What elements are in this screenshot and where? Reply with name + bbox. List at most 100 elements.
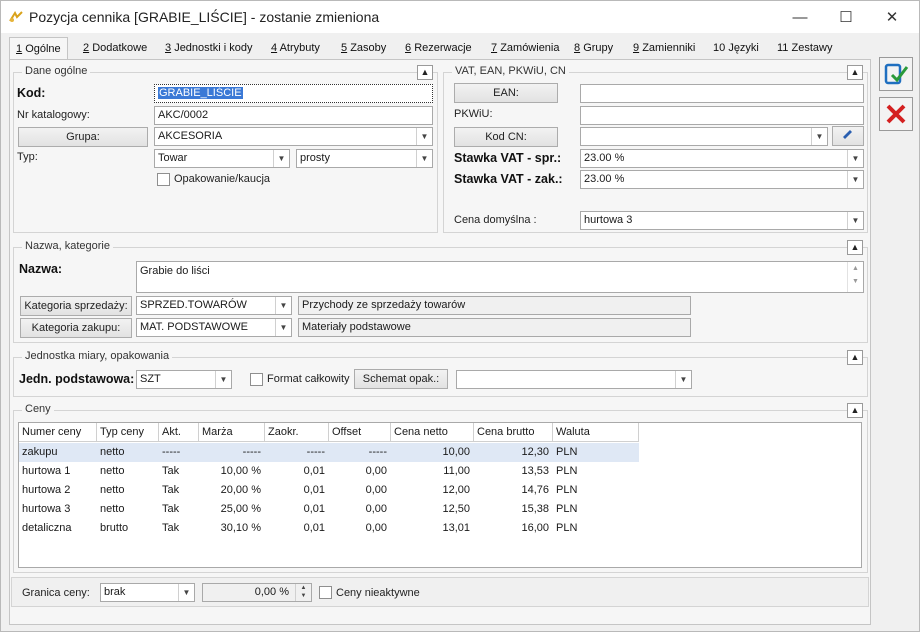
table-cell: 13,01 xyxy=(442,522,470,534)
collapse-naming-button[interactable]: ▲ xyxy=(847,240,863,255)
grupa-select[interactable]: AKCESORIA ▼ xyxy=(154,127,433,146)
table-cell: Tak xyxy=(162,465,180,477)
cancel-button[interactable] xyxy=(879,97,913,131)
tab-rezerwacje[interactable]: 6 Rezerwacje xyxy=(399,39,478,59)
table-row[interactable]: detaliczna brutto Tak 30,10 % 0,01 0,00 13,01 1… xyxy=(19,519,639,538)
table-cell: 0,00 xyxy=(365,522,387,534)
ean-button[interactable]: EAN: xyxy=(454,83,558,103)
prices-table[interactable]: Numer ceny Typ ceny Akt. Marża Zaokr. Of… xyxy=(18,422,862,568)
chevron-down-icon: ▼ xyxy=(847,171,863,188)
tab-dodatkowe[interactable]: 2 Dodatkowe xyxy=(77,39,153,59)
chevron-down-icon: ▼ xyxy=(847,212,863,229)
cena-domyslna-select[interactable]: hurtowa 3 ▼ xyxy=(580,211,864,230)
table-cell: 10,00 % xyxy=(220,465,261,477)
tab-grupy[interactable]: 8 Grupy xyxy=(568,39,619,59)
kategoria-zakupu-select[interactable]: MAT. PODSTAWOWE ▼ xyxy=(136,318,292,337)
table-cell: 0,01 xyxy=(303,484,325,496)
table-cell: PLN xyxy=(556,446,578,458)
minimize-button[interactable]: — xyxy=(777,1,823,33)
general-group-title: Dane ogólne xyxy=(22,65,91,77)
col-typ-ceny[interactable]: Typ ceny xyxy=(97,423,159,442)
vat-zak-select[interactable]: 23.00 % ▼ xyxy=(580,170,864,189)
table-cell: 10,00 xyxy=(442,446,470,458)
chevron-down-icon: ▼ xyxy=(847,150,863,167)
table-cell: netto xyxy=(100,446,125,458)
naming-group: Nazwa, kategorie ▲ Nazwa: Grabie do liśc… xyxy=(13,240,868,343)
tab-zasoby[interactable]: 5 Zasoby xyxy=(335,39,392,59)
table-cell: 11,00 xyxy=(443,465,470,477)
col-cena-netto[interactable]: Cena netto xyxy=(391,423,474,442)
vat-spr-select[interactable]: 23.00 % ▼ xyxy=(580,149,864,168)
ceny-nieaktywne-checkbox[interactable] xyxy=(319,586,332,599)
nazwa-scrollbar[interactable]: ▲ ▼ xyxy=(847,262,863,292)
opakowanie-label: Opakowanie/kaucja xyxy=(174,173,271,185)
tab-ogolne[interactable]: 1 Ogólne xyxy=(9,37,68,61)
tab-atrybuty[interactable]: 4 Atrybuty xyxy=(265,39,326,59)
chevron-down-icon: ▼ xyxy=(275,319,291,336)
jedn-podstawowa-select[interactable]: SZT ▼ xyxy=(136,370,232,389)
collapse-vat-button[interactable]: ▲ xyxy=(847,65,863,80)
pkwiu-field[interactable] xyxy=(580,106,864,125)
kod-cn-button[interactable]: Kod CN: xyxy=(454,127,558,147)
granica-ceny-select[interactable]: brak ▼ xyxy=(100,583,195,602)
tab-zamienniki[interactable]: 9 Zamienniki xyxy=(627,39,701,59)
close-window-button[interactable]: ✕ xyxy=(869,1,915,33)
table-cell: netto xyxy=(100,465,125,477)
save-icon xyxy=(884,63,909,85)
kategoria-zakupu-button[interactable]: Kategoria zakupu: xyxy=(20,318,132,338)
chevron-down-icon: ▼ xyxy=(416,150,432,167)
grupa-button[interactable]: Grupa: xyxy=(18,127,148,147)
table-cell: 13,53 xyxy=(521,465,549,477)
table-cell: PLN xyxy=(556,522,578,534)
col-marza[interactable]: Marża xyxy=(199,423,265,442)
col-offset[interactable]: Offset xyxy=(329,423,391,442)
granica-percent-field[interactable]: 0,00 % ▲ ▼ xyxy=(202,583,312,602)
prices-group-title: Ceny xyxy=(22,403,54,415)
table-cell: 0,01 xyxy=(303,503,325,515)
nr-katalogowy-field[interactable]: AKC/0002 xyxy=(154,106,433,125)
tab-zestawy[interactable]: 11 Zestawy xyxy=(771,39,838,59)
table-cell: ----- xyxy=(368,446,387,458)
format-calkowity-label: Format całkowity xyxy=(267,373,350,385)
window-title: Pozycja cennika [GRABIE_LIŚCIE] - zostan… xyxy=(29,9,380,25)
typ-select[interactable]: Towar ▼ xyxy=(154,149,290,168)
nazwa-label: Nazwa: xyxy=(19,262,63,276)
schemat-opak-select[interactable]: ▼ xyxy=(456,370,692,389)
nazwa-field[interactable]: Grabie do liści ▲ ▼ xyxy=(136,261,864,293)
kategoria-sprzedazy-select[interactable]: SPRZED.TOWARÓW ▼ xyxy=(136,296,292,315)
tab-jednostki[interactable]: 3 Jednostki i kody xyxy=(159,39,258,59)
kategoria-zakupu-desc: Materiały podstawowe xyxy=(298,318,691,337)
collapse-prices-button[interactable]: ▲ xyxy=(847,403,863,418)
naming-group-title: Nazwa, kategorie xyxy=(22,240,113,252)
table-row[interactable]: zakupu netto ----- ----- ----- ----- 10,00 12,3… xyxy=(19,443,639,462)
unit-group: Jednostka miary, opakowania ▲ Jedn. pods… xyxy=(13,350,868,397)
col-zaokr[interactable]: Zaokr. xyxy=(265,423,329,442)
col-waluta[interactable]: Waluta xyxy=(553,423,639,442)
table-cell: ----- xyxy=(242,446,261,458)
spinner-icon[interactable]: ▲ ▼ xyxy=(295,584,311,601)
table-row[interactable]: hurtowa 1 netto Tak 10,00 % 0,01 0,00 11,00 13,… xyxy=(19,462,639,481)
table-row[interactable]: hurtowa 2 netto Tak 20,00 % 0,01 0,00 12,00 14,… xyxy=(19,481,639,500)
ean-field[interactable] xyxy=(580,84,864,103)
kod-field[interactable]: GRABIE_LIŚCIE xyxy=(154,84,433,103)
table-row[interactable]: hurtowa 3 netto Tak 25,00 % 0,01 0,00 12,50 15,… xyxy=(19,500,639,519)
col-cena-brutto[interactable]: Cena brutto xyxy=(474,423,553,442)
opakowanie-checkbox[interactable] xyxy=(157,173,170,186)
typ2-select[interactable]: prosty ▼ xyxy=(296,149,433,168)
pencil-icon xyxy=(843,130,852,139)
tab-jezyki[interactable]: 10 Języki xyxy=(707,39,765,59)
vat-group: VAT, EAN, PKWiU, CN ▲ EAN: PKWiU: Kod CN… xyxy=(443,65,868,233)
kategoria-sprzedazy-button[interactable]: Kategoria sprzedaży: xyxy=(20,296,132,316)
maximize-button[interactable]: ☐ xyxy=(823,1,869,33)
tab-zamowienia[interactable]: 7 Zamówienia xyxy=(485,39,566,59)
chevron-down-icon: ▼ xyxy=(273,150,289,167)
cn-lookup-button[interactable] xyxy=(832,126,864,146)
collapse-unit-button[interactable]: ▲ xyxy=(847,350,863,365)
col-akt[interactable]: Akt. xyxy=(159,423,199,442)
format-calkowity-checkbox[interactable] xyxy=(250,373,263,386)
kod-cn-select[interactable]: ▼ xyxy=(580,127,828,146)
col-numer-ceny[interactable]: Numer ceny xyxy=(19,423,97,442)
schemat-opak-button[interactable]: Schemat opak.: xyxy=(354,369,448,389)
collapse-general-button[interactable]: ▲ xyxy=(417,65,433,80)
save-button[interactable] xyxy=(879,57,913,91)
